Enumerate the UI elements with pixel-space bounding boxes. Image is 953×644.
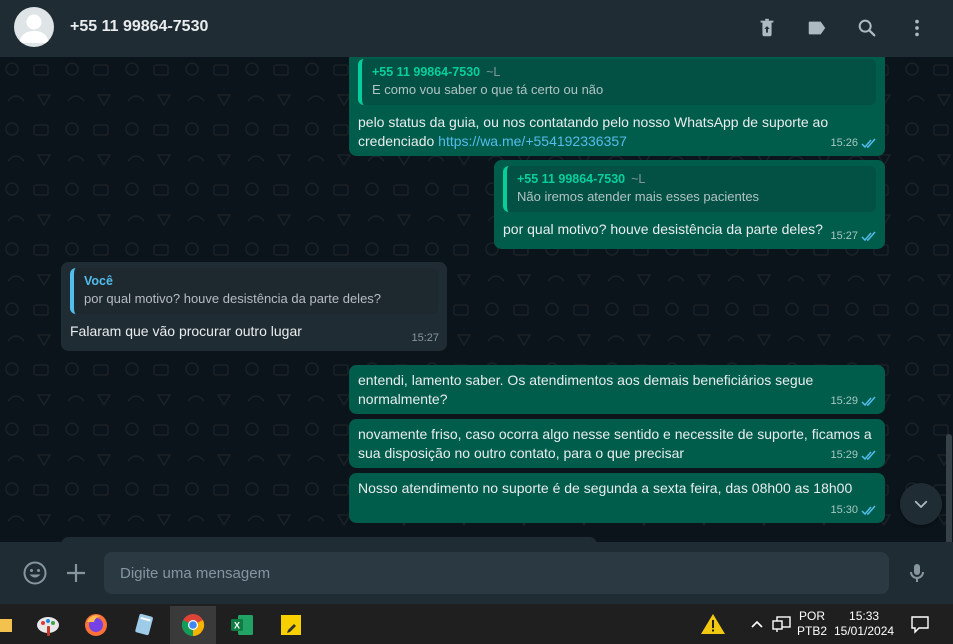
default-avatar-icon <box>19 14 49 43</box>
keyboard-layout: PTB2 <box>797 624 828 638</box>
label-button[interactable] <box>803 14 831 42</box>
chrome-icon <box>181 614 205 636</box>
quote-author: +55 11 99864-7530 <box>372 65 481 79</box>
taskbar-chrome[interactable] <box>170 606 216 644</box>
quote-text: E como vou saber o que tá certo ou não <box>372 82 604 97</box>
emoji-button[interactable] <box>21 559 49 587</box>
taskbar-firefox[interactable] <box>73 606 119 644</box>
message-meta: 15:27 <box>411 329 439 348</box>
message-time: 15:27 <box>411 332 439 344</box>
message-bubble-outgoing[interactable]: entendi, lamento saber. Os atendimentos … <box>349 365 885 414</box>
attach-plus-icon <box>67 564 85 582</box>
message-time: 15:30 <box>830 504 858 516</box>
warning-icon <box>701 614 725 634</box>
language-code: POR <box>799 609 826 623</box>
composer <box>0 542 953 604</box>
clock-time: 15:33 <box>849 609 880 623</box>
quote-alias: ~L <box>631 172 646 186</box>
scrollbar[interactable] <box>946 434 952 542</box>
emoji-icon <box>23 561 47 585</box>
tray-language[interactable]: POR PTB2 <box>797 604 827 644</box>
quote-author: Você <box>84 274 113 288</box>
taskbar-sticky-notes[interactable] <box>268 606 314 644</box>
notepad-app-icon <box>135 613 153 636</box>
tray-notifications[interactable] <box>910 604 930 644</box>
message-text: novamente friso, caso ocorra algo nesse … <box>358 426 872 461</box>
message-text: entendi, lamento saber. Os atendimentos … <box>358 372 814 407</box>
delete-button[interactable] <box>753 14 781 42</box>
message-meta: 15:30 <box>830 501 877 520</box>
scroll-to-bottom-button[interactable] <box>900 483 942 525</box>
message-time: 15:29 <box>830 449 858 461</box>
delete-icon <box>760 18 774 37</box>
clock-date: 15/01/2024 <box>834 624 895 638</box>
read-ticks-icon <box>861 505 876 516</box>
quote-alias: ~L <box>486 65 501 79</box>
tray-warning[interactable] <box>700 604 726 644</box>
message-meta: 15:26 <box>830 134 877 153</box>
excel-icon: X <box>231 615 253 635</box>
quoted-message[interactable]: +55 11 99864-7530 ~L Não iremos atender m… <box>503 166 876 212</box>
firefox-icon <box>85 614 107 636</box>
message-time: 15:29 <box>830 395 858 407</box>
folder-icon <box>0 619 12 632</box>
menu-button[interactable] <box>903 14 931 42</box>
sticky-notes-icon <box>281 615 301 635</box>
taskbar-app-partial[interactable] <box>0 606 26 644</box>
message-bubble-outgoing[interactable]: +55 11 99864-7530 ~L E como vou saber o q… <box>349 57 885 156</box>
svg-text:X: X <box>234 621 240 631</box>
chat-header: +55 11 99864-7530 <box>0 0 953 57</box>
message-text: Nosso atendimento no suporte é de segund… <box>358 480 853 496</box>
tray-show-hidden[interactable] <box>750 604 764 644</box>
chevron-down-icon <box>914 500 928 508</box>
taskbar-paint[interactable] <box>25 606 71 644</box>
taskbar-excel[interactable]: X <box>219 606 265 644</box>
message-meta: 15:29 <box>830 392 877 411</box>
search-button[interactable] <box>853 14 881 42</box>
avatar[interactable] <box>14 7 54 47</box>
read-ticks-icon <box>861 396 876 407</box>
label-icon <box>808 21 826 35</box>
read-ticks-icon <box>861 231 876 242</box>
microphone-icon <box>910 564 924 582</box>
message-time: 15:27 <box>830 230 858 242</box>
notification-center-icon <box>911 616 929 634</box>
quoted-message[interactable]: Você por qual motivo? houve desistência … <box>70 268 438 314</box>
message-text: pelo status da guia, ou nos contatando p… <box>358 113 876 151</box>
quote-text: Não iremos atender mais esses pacientes <box>517 189 760 204</box>
message-bubble-outgoing[interactable]: Nosso atendimento no suporte é de segund… <box>349 473 885 523</box>
attach-button[interactable] <box>62 559 90 587</box>
windows-taskbar: X POR PTB2 15:33 15/01/2024 <box>0 604 953 644</box>
message-time: 15:26 <box>830 137 858 149</box>
chevron-up-icon <box>751 620 763 628</box>
message-bubble-incoming[interactable]: Você por qual motivo? houve desistência … <box>61 262 447 351</box>
tray-network[interactable] <box>772 604 792 644</box>
search-icon <box>858 19 876 37</box>
message-list[interactable]: +55 11 99864-7530 ~L E como vou saber o q… <box>0 57 953 542</box>
whatsapp-window: +55 11 99864-7530 +55 11 99864-7530 ~L E… <box>0 0 953 644</box>
read-ticks-icon <box>861 450 876 461</box>
contact-name[interactable]: +55 11 99864-7530 <box>70 18 208 36</box>
quote-text: por qual motivo? houve desistência da pa… <box>84 291 382 306</box>
tray-clock[interactable]: 15:33 15/01/2024 <box>834 604 894 644</box>
message-link[interactable]: https://wa.me/+554192336357 <box>438 133 627 149</box>
message-bubble-outgoing[interactable]: +55 11 99864-7530 ~L Não iremos atender m… <box>494 160 885 249</box>
message-meta: 15:27 <box>830 227 877 246</box>
message-text: por qual motivo? houve desistência da pa… <box>503 221 823 237</box>
paint-app-icon <box>37 617 59 636</box>
message-bubble-outgoing[interactable]: novamente friso, caso ocorra algo nesse … <box>349 419 885 468</box>
message-meta: 15:29 <box>830 446 877 465</box>
read-ticks-icon <box>861 138 876 149</box>
quote-author: +55 11 99864-7530 <box>517 172 626 186</box>
quoted-message[interactable]: +55 11 99864-7530 ~L E como vou saber o q… <box>358 59 876 105</box>
message-input[interactable] <box>104 552 889 594</box>
message-text: Falaram que vão procurar outro lugar <box>70 323 302 339</box>
taskbar-notepad[interactable] <box>121 606 167 644</box>
network-icon <box>772 616 791 632</box>
voice-message-button[interactable] <box>903 559 931 587</box>
menu-icon <box>915 19 919 37</box>
